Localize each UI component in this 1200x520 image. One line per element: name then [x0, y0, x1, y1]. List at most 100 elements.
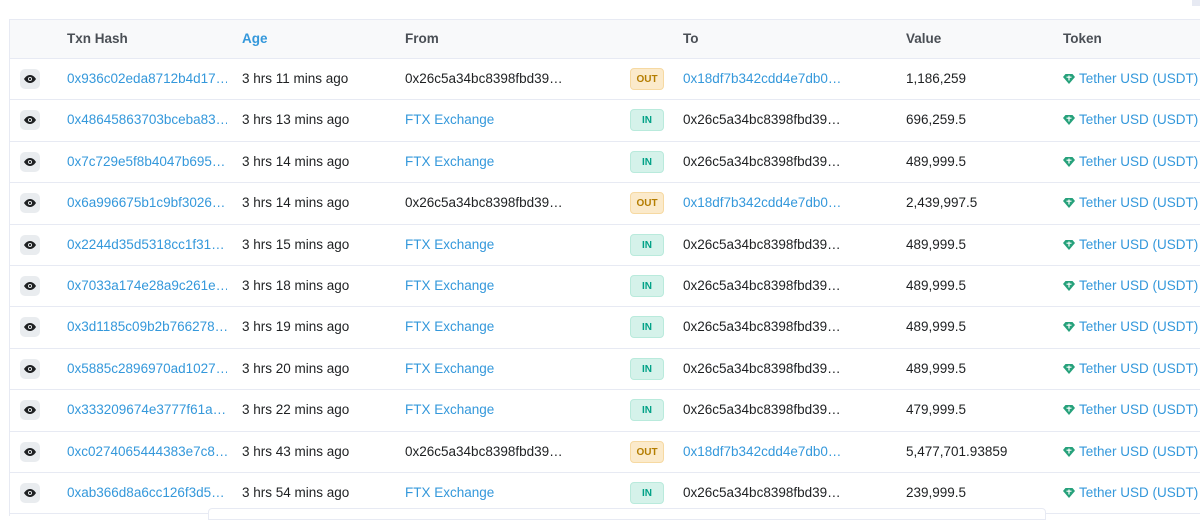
token-name: Tether USD (USDT) [1079, 277, 1199, 293]
value-text: 489,999.5 [906, 360, 967, 376]
token-link[interactable]: Tether USD (USDT) [1063, 183, 1198, 223]
from-address: 0x26c5a34bc8398fbd39… [405, 71, 563, 86]
eye-icon[interactable] [20, 69, 40, 89]
table-row: 0x2244d35d5318cc1f31… 3 hrs 15 mins ago … [10, 225, 1200, 266]
eye-icon[interactable] [20, 151, 40, 172]
txn-hash-link[interactable]: 0xab366d8a6cc126f3d5… [67, 473, 227, 513]
table-row: 0x333209674e3777f61a… 3 hrs 22 mins ago … [10, 390, 1200, 432]
txn-hash-link[interactable]: 0x936c02eda8712b4d17… [67, 59, 227, 99]
token-link[interactable]: Tether USD (USDT) [1063, 307, 1198, 347]
tether-gem-icon [1063, 363, 1075, 374]
from-address[interactable]: FTX Exchange [405, 349, 565, 389]
direction-badge: IN [630, 357, 664, 380]
direction-badge: IN [630, 150, 664, 173]
eye-icon[interactable] [20, 234, 40, 255]
from-address[interactable]: FTX Exchange [405, 390, 565, 430]
age-text: 3 hrs 22 mins ago [242, 402, 350, 418]
to-address[interactable]: 0x18df7b342cdd4e7db0… [683, 183, 843, 223]
token-link[interactable]: Tether USD (USDT) [1063, 142, 1198, 182]
token-link[interactable]: Tether USD (USDT) [1063, 432, 1198, 472]
table-row: 0x7033a174e28a9c261e… 3 hrs 18 mins ago … [10, 266, 1200, 308]
eye-icon[interactable] [20, 482, 40, 503]
token-name: Tether USD (USDT) [1079, 319, 1199, 335]
age-text: 3 hrs 14 mins ago [242, 195, 350, 211]
value-text: 5,477,701.93859 [906, 443, 1008, 459]
txn-hash-link[interactable]: 0x6a996675b1c9bf3026… [67, 183, 227, 223]
column-header-token: Token [1063, 31, 1102, 46]
value-text: 489,999.5 [906, 319, 967, 335]
txn-hash-link[interactable]: 0x48645863703bceba83… [67, 100, 227, 140]
token-link[interactable]: Tether USD (USDT) [1063, 100, 1198, 140]
column-header-to: To [683, 31, 699, 46]
value-text: 489,999.5 [906, 153, 967, 169]
eye-icon[interactable] [20, 317, 40, 338]
txn-hash-link[interactable]: 0xc0274065444383e7c8… [67, 432, 227, 472]
txn-hash-link[interactable]: 0x7c729e5f8b4047b695… [67, 142, 227, 182]
top-strip-corner [1192, 0, 1200, 6]
tether-gem-icon [1063, 198, 1075, 209]
from-address[interactable]: FTX Exchange [405, 307, 565, 347]
column-header-age[interactable]: Age [242, 20, 268, 58]
to-address: 0x26c5a34bc8398fbd39… [683, 236, 841, 252]
token-name: Tether USD (USDT) [1079, 195, 1199, 211]
from-address[interactable]: FTX Exchange [405, 100, 565, 140]
from-address[interactable]: FTX Exchange [405, 266, 565, 306]
table-row: 0x3d1185c09b2b766278… 3 hrs 19 mins ago … [10, 307, 1200, 349]
direction-badge: IN [630, 233, 664, 256]
value-text: 479,999.5 [906, 402, 967, 418]
to-address: 0x26c5a34bc8398fbd39… [683, 360, 841, 376]
token-name: Tether USD (USDT) [1079, 443, 1199, 459]
direction-badge: IN [630, 399, 664, 422]
from-address: 0x26c5a34bc8398fbd39… [405, 443, 563, 459]
table-row: 0x6a996675b1c9bf3026… 3 hrs 14 mins ago … [10, 183, 1200, 225]
age-text: 3 hrs 19 mins ago [242, 319, 350, 335]
token-name: Tether USD (USDT) [1079, 402, 1199, 418]
tether-gem-icon [1063, 405, 1075, 416]
value-text: 239,999.5 [906, 484, 967, 500]
age-text: 3 hrs 20 mins ago [242, 360, 350, 376]
eye-icon[interactable] [20, 441, 40, 462]
direction-badge: IN [630, 274, 664, 297]
to-address: 0x26c5a34bc8398fbd39… [683, 319, 841, 335]
table-row: 0x48645863703bceba83… 3 hrs 13 mins ago … [10, 100, 1200, 142]
age-text: 3 hrs 43 mins ago [242, 443, 350, 459]
token-link[interactable]: Tether USD (USDT) [1063, 59, 1198, 99]
token-link[interactable]: Tether USD (USDT) [1063, 390, 1198, 430]
age-text: 3 hrs 15 mins ago [242, 236, 350, 252]
to-address: 0x26c5a34bc8398fbd39… [683, 277, 841, 293]
token-link[interactable]: Tether USD (USDT) [1063, 225, 1198, 265]
tether-gem-icon [1063, 74, 1075, 84]
from-address[interactable]: FTX Exchange [405, 473, 565, 513]
value-text: 489,999.5 [906, 277, 967, 293]
txn-hash-link[interactable]: 0x3d1185c09b2b766278… [67, 307, 227, 347]
from-address: 0x26c5a34bc8398fbd39… [405, 195, 563, 211]
direction-badge: OUT [630, 440, 664, 463]
txn-hash-link[interactable]: 0x7033a174e28a9c261e… [67, 266, 227, 306]
to-address: 0x26c5a34bc8398fbd39… [683, 484, 841, 500]
age-text: 3 hrs 11 mins ago [242, 71, 349, 86]
token-name: Tether USD (USDT) [1079, 484, 1199, 500]
eye-icon[interactable] [20, 193, 40, 214]
to-address: 0x26c5a34bc8398fbd39… [683, 153, 841, 169]
txn-hash-link[interactable]: 0x2244d35d5318cc1f31… [67, 225, 227, 265]
to-address[interactable]: 0x18df7b342cdd4e7db0… [683, 59, 843, 99]
token-link[interactable]: Tether USD (USDT) [1063, 473, 1198, 513]
top-strip [0, 0, 1200, 19]
token-name: Tether USD (USDT) [1079, 153, 1199, 169]
token-name: Tether USD (USDT) [1079, 360, 1199, 376]
token-link[interactable]: Tether USD (USDT) [1063, 266, 1198, 306]
eye-icon[interactable] [20, 358, 40, 379]
tether-gem-icon [1063, 115, 1075, 126]
txn-hash-link[interactable]: 0x333209674e3777f61a… [67, 390, 227, 430]
table-body: 0x936c02eda8712b4d17… 3 hrs 11 mins ago … [10, 59, 1200, 515]
value-text: 489,999.5 [906, 236, 967, 252]
token-link[interactable]: Tether USD (USDT) [1063, 349, 1198, 389]
age-text: 3 hrs 54 mins ago [242, 484, 350, 500]
to-address[interactable]: 0x18df7b342cdd4e7db0… [683, 432, 843, 472]
eye-icon[interactable] [20, 110, 40, 131]
eye-icon[interactable] [20, 275, 40, 296]
from-address[interactable]: FTX Exchange [405, 225, 565, 265]
txn-hash-link[interactable]: 0x5885c2896970ad1027… [67, 349, 227, 389]
eye-icon[interactable] [20, 400, 40, 421]
from-address[interactable]: FTX Exchange [405, 142, 565, 182]
